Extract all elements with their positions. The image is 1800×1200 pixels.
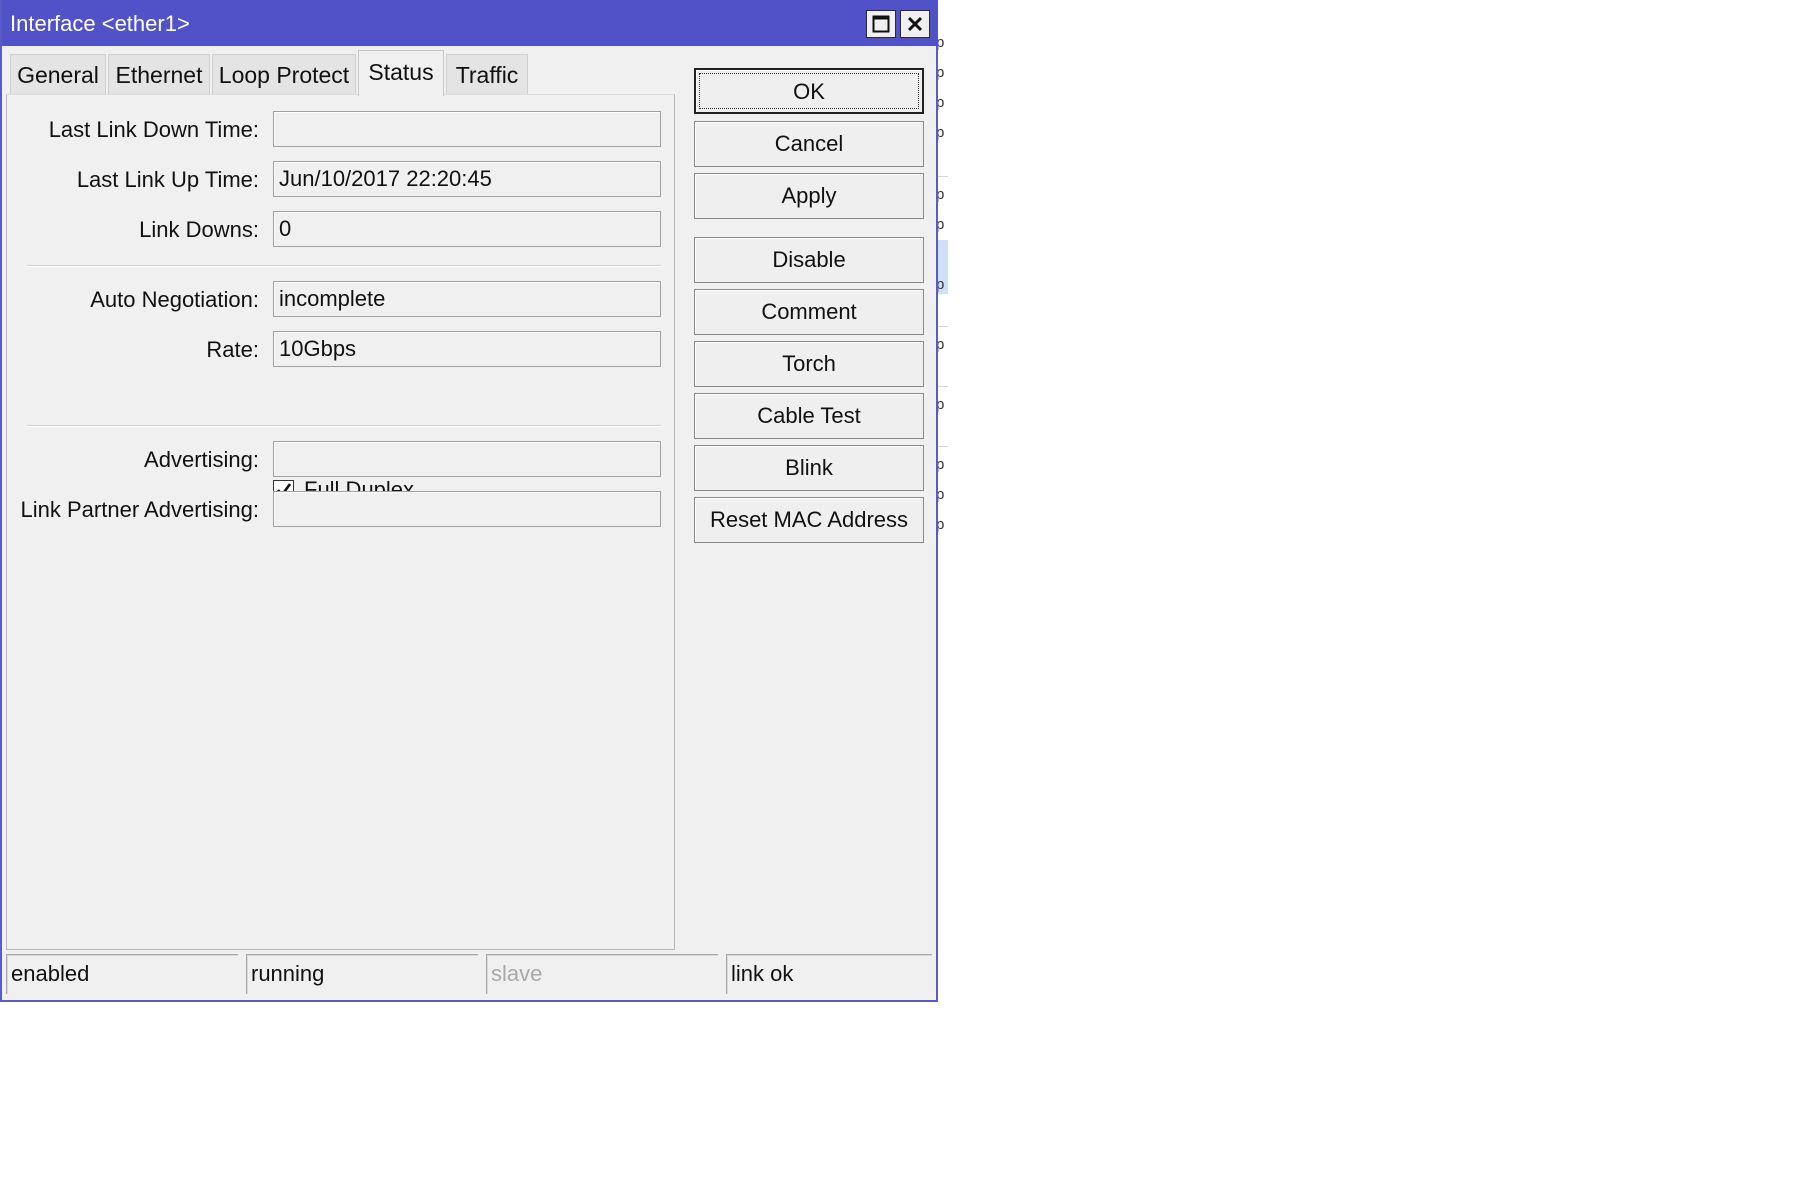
disable-button[interactable]: Disable <box>694 237 924 283</box>
cable-test-button[interactable]: Cable Test <box>694 393 924 439</box>
link-partner-advertising-label: Link Partner Advertising: <box>20 497 259 522</box>
link-downs-field[interactable]: 0 <box>273 211 661 247</box>
status-link-ok: link ok <box>726 954 932 994</box>
ok-button[interactable]: OK <box>694 68 924 114</box>
last-link-down-time-field[interactable] <box>273 111 661 147</box>
reset-mac-address-button[interactable]: Reset MAC Address <box>694 497 924 543</box>
link-downs-label: Link Downs: <box>139 217 259 242</box>
link-partner-advertising-field[interactable] <box>273 491 661 527</box>
interface-dialog: Interface <ether1> General Ethernet Loop… <box>0 0 938 1002</box>
cancel-button[interactable]: Cancel <box>694 121 924 167</box>
tab-status[interactable]: Status <box>358 50 444 96</box>
status-panel: Last Link Down Time: Last Link Up Time: … <box>6 94 675 950</box>
close-icon <box>907 16 923 32</box>
tab-traffic[interactable]: Traffic <box>446 54 528 94</box>
screen: p p p p p p p p p p p p Interface <ether… <box>0 0 1800 1200</box>
advertising-label: Advertising: <box>144 447 259 472</box>
status-slave: slave <box>486 954 718 994</box>
last-link-up-time-field[interactable]: Jun/10/2017 22:20:45 <box>273 161 661 197</box>
blink-button[interactable]: Blink <box>694 445 924 491</box>
maximize-icon <box>872 15 890 33</box>
tab-general[interactable]: General <box>10 54 106 94</box>
window-title: Interface <ether1> <box>10 11 190 36</box>
close-button[interactable] <box>900 10 930 38</box>
maximize-button[interactable] <box>866 10 896 38</box>
status-running: running <box>246 954 478 994</box>
rate-label: Rate: <box>206 337 259 362</box>
torch-button[interactable]: Torch <box>694 341 924 387</box>
apply-button[interactable]: Apply <box>694 173 924 219</box>
title-bar[interactable]: Interface <ether1> <box>2 0 938 46</box>
section-divider <box>27 425 661 427</box>
tab-loop-protect[interactable]: Loop Protect <box>212 54 356 94</box>
auto-negotiation-label: Auto Negotiation: <box>90 287 259 312</box>
auto-negotiation-field[interactable]: incomplete <box>273 281 661 317</box>
last-link-down-time-label: Last Link Down Time: <box>48 117 259 142</box>
rate-field[interactable]: 10Gbps <box>273 331 661 367</box>
comment-button[interactable]: Comment <box>694 289 924 335</box>
status-enabled: enabled <box>6 954 238 994</box>
section-divider <box>27 265 661 267</box>
last-link-up-time-label: Last Link Up Time: <box>76 167 259 192</box>
advertising-field[interactable] <box>273 441 661 477</box>
tab-ethernet[interactable]: Ethernet <box>108 54 210 94</box>
